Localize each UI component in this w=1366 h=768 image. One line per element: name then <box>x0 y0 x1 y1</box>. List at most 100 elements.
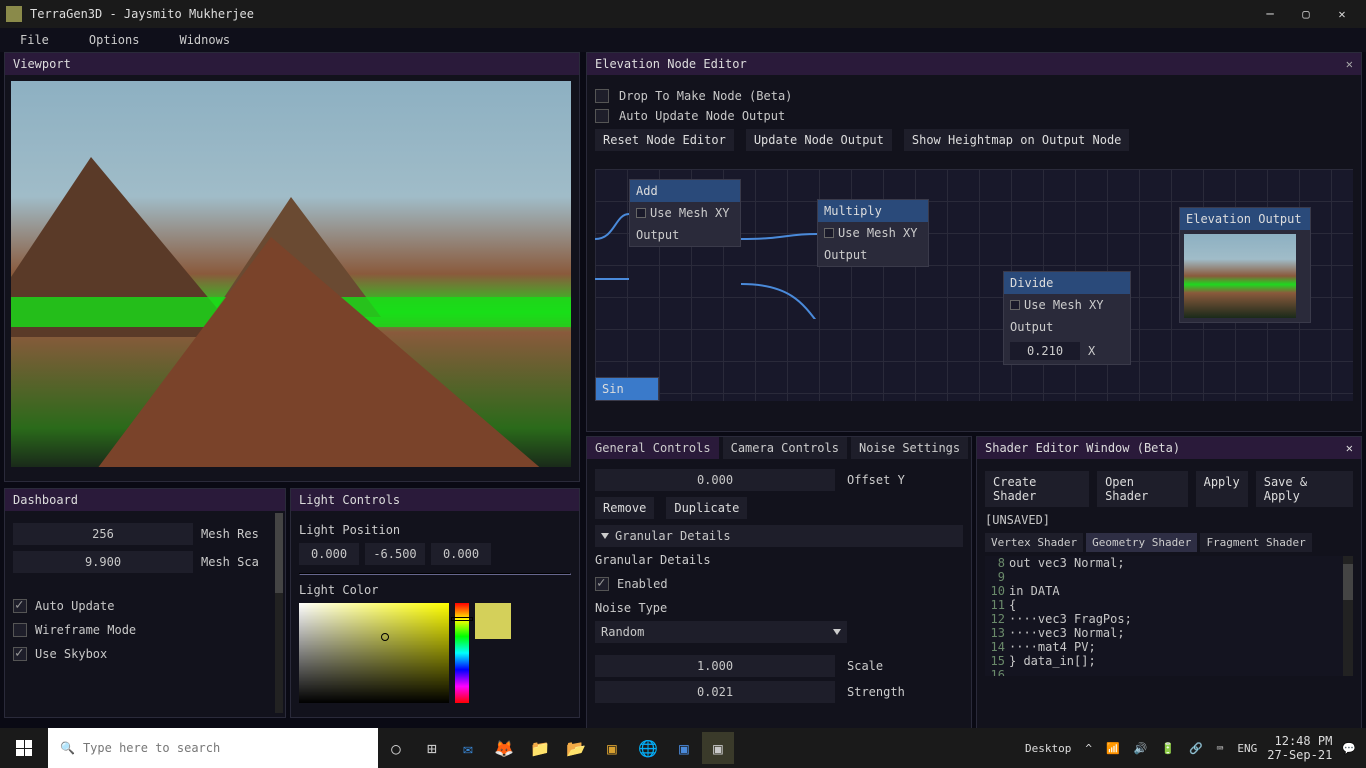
node-sin-title: Sin <box>596 378 658 400</box>
node-div-output: Output <box>1004 316 1130 338</box>
auto-update-checkbox[interactable] <box>13 599 27 613</box>
tab-geometry-shader[interactable]: Geometry Shader <box>1086 533 1197 552</box>
tab-camera[interactable]: Camera Controls <box>723 437 847 459</box>
offset-y-input[interactable]: 0.000 <box>595 469 835 491</box>
maximize-button[interactable]: ▢ <box>1288 0 1324 28</box>
desktop-label[interactable]: Desktop <box>1021 742 1075 755</box>
notifications-icon[interactable]: 💬 <box>1338 742 1360 755</box>
terminal-icon[interactable]: ▣ <box>666 728 702 768</box>
light-z-input[interactable]: 0.000 <box>431 543 491 565</box>
cortana-icon[interactable]: ○ <box>378 728 414 768</box>
node-mul-output: Output <box>818 244 928 266</box>
shader-title: Shader Editor Window (Beta) <box>985 441 1180 455</box>
tab-fragment-shader[interactable]: Fragment Shader <box>1200 533 1311 552</box>
node-out-preview <box>1184 234 1296 318</box>
unsaved-label: [UNSAVED] <box>985 513 1353 527</box>
node-sin[interactable]: Sin <box>595 377 659 401</box>
mail-icon[interactable]: ✉ <box>450 728 486 768</box>
search-icon: 🔍 <box>60 741 75 755</box>
color-hue-slider[interactable] <box>455 603 469 703</box>
scale-input[interactable]: 1.000 <box>595 655 835 677</box>
tab-noise[interactable]: Noise Settings <box>851 437 968 459</box>
firefox-icon[interactable]: 🦊 <box>486 728 522 768</box>
minimize-button[interactable]: ─ <box>1252 0 1288 28</box>
light-y-input[interactable]: -6.500 <box>365 543 425 565</box>
node-div-x-button[interactable]: X <box>1088 344 1095 358</box>
node-add-title: Add <box>630 180 740 202</box>
title-bar: TerraGen3D - Jaysmito Mukherjee ─ ▢ ✕ <box>0 0 1366 28</box>
light-color-label: Light Color <box>299 583 571 597</box>
open-shader-button[interactable]: Open Shader <box>1097 471 1188 507</box>
lang-indicator[interactable]: ENG <box>1233 742 1261 755</box>
viewport-header: Viewport <box>5 53 579 75</box>
menu-windows[interactable]: Widnows <box>169 31 240 49</box>
taskbar: 🔍 Type here to search ○ ⊞ ✉ 🦊 📁 📂 ▣ 🌐 ▣ … <box>0 728 1366 768</box>
duplicate-button[interactable]: Duplicate <box>666 497 747 519</box>
wireframe-checkbox[interactable] <box>13 623 27 637</box>
dashboard-panel: Dashboard 256 Mesh Res 9.900 Mesh Sca Au… <box>4 488 286 718</box>
dashboard-scrollbar[interactable] <box>275 513 283 713</box>
node-divide[interactable]: Divide Use Mesh XY Output 0.210X <box>1003 271 1131 365</box>
scale-label: Scale <box>847 659 883 673</box>
code-editor[interactable]: 8out vec3 Normal;910in DATA11{12····vec3… <box>985 556 1353 676</box>
mesh-res-input[interactable]: 256 <box>13 523 193 545</box>
node-out-title: Elevation Output <box>1180 208 1310 230</box>
system-tray: Desktop ^ 📶 🔊 🔋 🔗 ⌨ ENG 12:48 PM 27-Sep-… <box>1015 734 1366 763</box>
menu-options[interactable]: Options <box>79 31 150 49</box>
tab-general[interactable]: General Controls <box>587 437 719 459</box>
viewport-render[interactable] <box>11 81 571 467</box>
task-view-icon[interactable]: ⊞ <box>414 728 450 768</box>
node-elevation-output[interactable]: Elevation Output <box>1179 207 1311 323</box>
light-x-input[interactable]: 0.000 <box>299 543 359 565</box>
code-scrollbar[interactable] <box>1343 556 1353 676</box>
granular-header[interactable]: Granular Details <box>595 525 963 547</box>
create-shader-button[interactable]: Create Shader <box>985 471 1089 507</box>
node-mul-usemesh-check[interactable] <box>824 228 834 238</box>
explorer-icon[interactable]: 📁 <box>522 728 558 768</box>
strength-input[interactable]: 0.021 <box>595 681 835 703</box>
enabled-checkbox[interactable] <box>595 577 609 591</box>
wifi-icon[interactable]: 📶 <box>1102 742 1124 755</box>
skybox-checkbox[interactable] <box>13 647 27 661</box>
drop-make-node-checkbox[interactable] <box>595 89 609 103</box>
keyboard-icon[interactable]: ⌨ <box>1213 742 1228 755</box>
noise-type-select[interactable]: Random <box>595 621 847 643</box>
update-node-button[interactable]: Update Node Output <box>746 129 892 151</box>
volume-icon[interactable]: 🔊 <box>1130 742 1152 755</box>
node-multiply[interactable]: Multiply Use Mesh XY Output <box>817 199 929 267</box>
app-icon <box>6 6 22 22</box>
tab-vertex-shader[interactable]: Vertex Shader <box>985 533 1083 552</box>
node-add-usemesh-check[interactable] <box>636 208 646 218</box>
save-apply-shader-button[interactable]: Save & Apply <box>1256 471 1353 507</box>
node-graph[interactable]: Add Use Mesh XY Output Multiply Use Mesh… <box>595 169 1353 401</box>
controls-tabs: General Controls Camera Controls Noise S… <box>587 437 971 459</box>
mesh-scale-input[interactable]: 9.900 <box>13 551 193 573</box>
folder-icon[interactable]: 📂 <box>558 728 594 768</box>
reset-node-button[interactable]: Reset Node Editor <box>595 129 734 151</box>
color-satval-picker[interactable] <box>299 603 449 703</box>
enabled-label: Enabled <box>617 577 668 591</box>
sublime-icon[interactable]: ▣ <box>594 728 630 768</box>
apply-shader-button[interactable]: Apply <box>1196 471 1248 507</box>
battery-icon[interactable]: 🔋 <box>1157 742 1179 755</box>
node-div-usemesh-check[interactable] <box>1010 300 1020 310</box>
remove-button[interactable]: Remove <box>595 497 654 519</box>
node-add[interactable]: Add Use Mesh XY Output <box>629 179 741 247</box>
start-button[interactable] <box>0 728 48 768</box>
menu-file[interactable]: File <box>10 31 59 49</box>
sync-icon[interactable]: 🔗 <box>1185 742 1207 755</box>
tray-chevron-icon[interactable]: ^ <box>1081 742 1096 755</box>
chrome-icon[interactable]: 🌐 <box>630 728 666 768</box>
node-editor-close-icon[interactable]: ✕ <box>1346 57 1353 71</box>
taskbar-search[interactable]: 🔍 Type here to search <box>48 728 378 768</box>
auto-update-node-checkbox[interactable] <box>595 109 609 123</box>
clock[interactable]: 12:48 PM 27-Sep-21 <box>1267 734 1332 763</box>
shader-close-icon[interactable]: ✕ <box>1346 441 1353 455</box>
node-div-value[interactable]: 0.210 <box>1010 342 1080 360</box>
show-heightmap-button[interactable]: Show Heightmap on Output Node <box>904 129 1130 151</box>
mesh-res-label: Mesh Res <box>201 527 259 541</box>
close-button[interactable]: ✕ <box>1324 0 1360 28</box>
light-title: Light Controls <box>299 493 400 507</box>
app-taskbar-icon[interactable]: ▣ <box>702 732 734 764</box>
chevron-down-icon <box>601 533 609 539</box>
